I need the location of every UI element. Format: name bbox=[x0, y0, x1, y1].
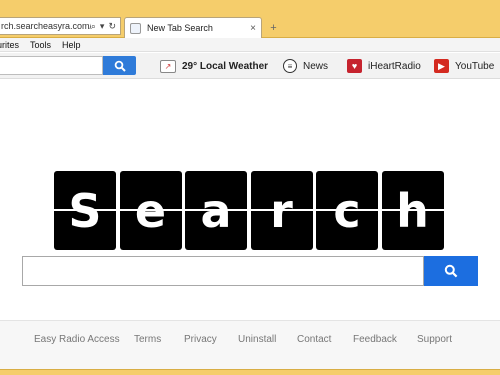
iheartradio-link[interactable]: ♥ iHeartRadio bbox=[347, 58, 421, 74]
footer-link-uninstall[interactable]: Uninstall bbox=[238, 334, 276, 345]
address-url[interactable]: rch.searcheasyra.com/ bbox=[1, 21, 91, 31]
refresh-icon[interactable]: ↻ bbox=[108, 21, 116, 32]
search-icon bbox=[114, 60, 126, 72]
toolbar-search-input[interactable] bbox=[0, 56, 103, 75]
iheartradio-icon: ♥ bbox=[347, 59, 362, 73]
main-search-input[interactable] bbox=[22, 256, 424, 286]
search-logo: S e a r c h bbox=[54, 171, 447, 250]
logo-tile: h bbox=[381, 171, 444, 250]
youtube-icon: ▶ bbox=[434, 59, 449, 73]
news-icon: ≡ bbox=[283, 59, 297, 73]
logo-letter: r bbox=[270, 183, 293, 238]
tab-new-tab-search[interactable]: New Tab Search × bbox=[124, 17, 262, 38]
main-search-button[interactable] bbox=[424, 256, 478, 286]
logo-letter: a bbox=[200, 183, 232, 238]
logo-letter: S bbox=[68, 183, 102, 238]
logo-tile: a bbox=[185, 171, 247, 250]
menu-favourites[interactable]: urites bbox=[0, 40, 19, 50]
tab-title: New Tab Search bbox=[147, 23, 213, 33]
footer-link-contact[interactable]: Contact bbox=[297, 334, 331, 345]
logo-letter: e bbox=[134, 183, 167, 238]
toolbar-search-button[interactable] bbox=[103, 56, 136, 75]
browser-bottom-frame bbox=[0, 369, 500, 375]
dropdown-icon[interactable]: ▾ bbox=[100, 21, 105, 32]
menu-bar: urites Tools Help bbox=[0, 38, 500, 52]
search-icon[interactable]: ⌕ bbox=[91, 21, 96, 32]
close-icon[interactable]: × bbox=[250, 23, 256, 34]
footer-link-privacy[interactable]: Privacy bbox=[184, 334, 217, 345]
footer-link-easy-radio-access[interactable]: Easy Radio Access bbox=[34, 334, 120, 345]
footer-link-terms[interactable]: Terms bbox=[134, 334, 161, 345]
news-link[interactable]: ≡ News bbox=[283, 58, 328, 74]
logo-tile: r bbox=[250, 171, 313, 250]
iheartradio-label: iHeartRadio bbox=[368, 60, 421, 72]
logo-tile: e bbox=[119, 171, 182, 250]
news-label: News bbox=[303, 60, 329, 72]
footer-link-feedback[interactable]: Feedback bbox=[353, 334, 397, 345]
page-icon bbox=[130, 22, 141, 34]
logo-letter: c bbox=[333, 183, 361, 238]
logo-tile: c bbox=[316, 171, 378, 250]
menu-help[interactable]: Help bbox=[62, 40, 81, 50]
weather-label: 29° Local Weather bbox=[182, 60, 269, 72]
youtube-label: YouTube bbox=[455, 60, 495, 72]
new-tab-button[interactable]: + bbox=[267, 22, 280, 35]
logo-tile: S bbox=[54, 171, 116, 250]
footer: Easy Radio Access Terms Privacy Uninstal… bbox=[0, 320, 500, 369]
extension-toolbar: ↗ 29° Local Weather ≡ News ♥ iHeartRadio… bbox=[0, 53, 500, 79]
weather-widget[interactable]: ↗ 29° Local Weather bbox=[160, 58, 268, 74]
menu-tools[interactable]: Tools bbox=[30, 40, 51, 50]
youtube-link[interactable]: ▶ YouTube bbox=[434, 58, 494, 74]
browser-frame: rch.searcheasyra.com/ ⌕ ▾ ↻ New Tab Sear… bbox=[0, 0, 500, 38]
logo-letter: h bbox=[396, 183, 429, 238]
search-icon bbox=[444, 264, 458, 278]
footer-link-support[interactable]: Support bbox=[417, 334, 452, 345]
address-bar[interactable]: rch.searcheasyra.com/ ⌕ ▾ ↻ bbox=[0, 17, 121, 35]
weather-icon: ↗ bbox=[160, 59, 176, 73]
